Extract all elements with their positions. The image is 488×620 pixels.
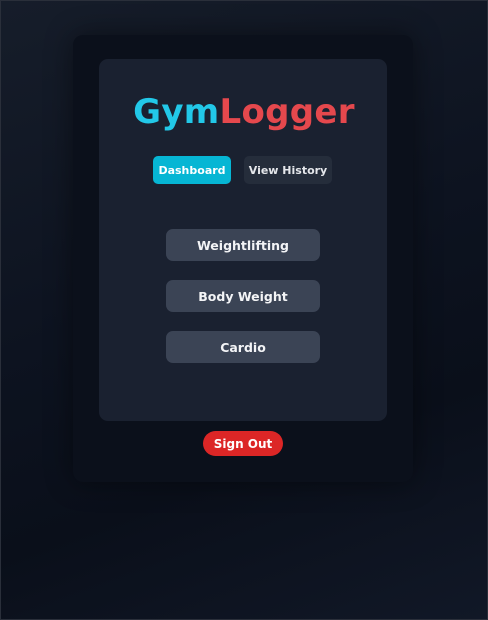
cardio-button[interactable]: Cardio: [166, 331, 320, 363]
body-weight-button[interactable]: Body Weight: [166, 280, 320, 312]
app-title-logger: Logger: [219, 92, 355, 132]
app-title-gym: Gym: [133, 92, 220, 132]
weightlifting-button[interactable]: Weightlifting: [166, 229, 320, 261]
sign-out-button[interactable]: Sign Out: [203, 431, 283, 456]
tab-dashboard[interactable]: Dashboard: [153, 156, 231, 184]
app-title: GymLogger: [1, 89, 487, 135]
tab-view-history[interactable]: View History: [244, 156, 332, 184]
